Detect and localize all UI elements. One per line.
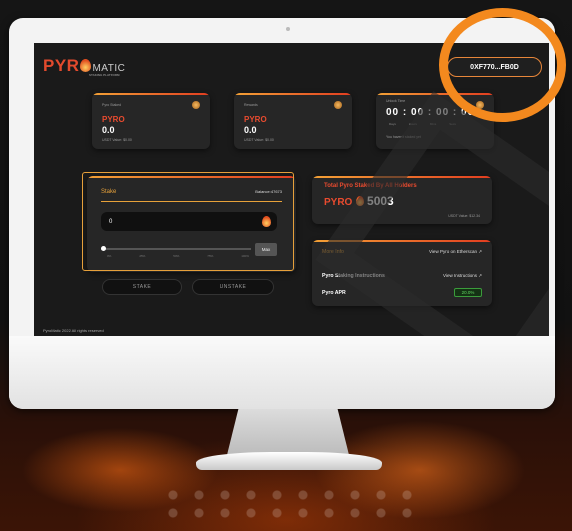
more-info-card: More Info View Pyro on Etherscan ↗ Pyro …: [312, 240, 492, 306]
pyro-staked-card: Pyro Staked PYRO 0.0 USDT Value: $0.00: [92, 93, 210, 149]
stat-label: Rewards: [244, 103, 258, 107]
monitor-chin: [9, 336, 555, 409]
apr-label: Pyro APR: [322, 290, 346, 296]
unlock-label: Unlock Time: [386, 99, 406, 103]
unlock-note: You haven't staked yet: [386, 135, 421, 139]
etherscan-link[interactable]: View Pyro on Etherscan ↗: [429, 249, 482, 255]
flame-icon: [355, 196, 364, 206]
coin-icon: [192, 101, 200, 109]
flame-icon: [80, 59, 92, 72]
timer-units: Days Hours Mins Secs: [389, 122, 456, 126]
decorative-dots: [160, 486, 420, 526]
more-info-title: More Info: [322, 249, 344, 255]
app-logo: PYR MATIC STAKING PLATFORM: [43, 56, 125, 77]
stat-label: Pyro Staked: [102, 103, 122, 107]
stat-subvalue: USDT Value: $0.00: [244, 138, 274, 142]
total-staked-card: Total Pyro Staked By All Holders PYRO 50…: [312, 176, 492, 224]
timer-unit-mins: Mins: [429, 122, 437, 126]
coin-icon: [334, 101, 342, 109]
footer-copyright: PyroMatic 2022 All rights reserved: [43, 328, 104, 333]
stat-value: 0.0: [244, 125, 257, 135]
logo-pyro-text: PYR: [43, 56, 80, 75]
stat-subvalue: USDT Value: $0.00: [102, 138, 132, 142]
logo-tagline: STAKING PLATFORM: [89, 73, 120, 77]
rewards-card: Rewards PYRO 0.0 USDT Value: $0.00: [234, 93, 352, 149]
stake-button-label: STAKE: [132, 284, 152, 290]
total-staked-value: PYRO 5003: [324, 194, 394, 208]
token-label: PYRO: [244, 115, 267, 124]
instructions-link[interactable]: View Instructions ↗: [443, 273, 482, 279]
stake-highlight-frame: [82, 172, 294, 271]
token-label: PYRO: [102, 115, 125, 124]
wallet-highlight-circle: [439, 8, 566, 122]
apr-badge: 20.0%: [454, 288, 482, 297]
instructions-link-label: View Instructions: [443, 273, 477, 278]
token-label: PYRO: [324, 197, 353, 208]
total-usdt-value: USDT Value: $12.34: [448, 214, 480, 218]
unstake-button-label: UNSTAKE: [219, 284, 247, 290]
monitor-stand-foot: [196, 452, 382, 470]
timer-unit-secs: Secs: [449, 122, 456, 126]
apr-value: 20.0%: [461, 290, 475, 295]
instructions-label: Pyro Staking Instructions: [322, 273, 385, 279]
timer-unit-days: Days: [389, 122, 396, 126]
total-staked-title: Total Pyro Staked By All Holders: [324, 183, 417, 189]
unstake-button[interactable]: UNSTAKE: [192, 279, 274, 295]
stake-button[interactable]: STAKE: [102, 279, 182, 295]
etherscan-link-label: View Pyro on Etherscan: [429, 249, 477, 254]
timer-unit-hours: Hours: [408, 122, 417, 126]
total-staked-amount: 5003: [367, 194, 394, 208]
stat-value: 0.0: [102, 125, 115, 135]
monitor-camera: [286, 27, 290, 31]
